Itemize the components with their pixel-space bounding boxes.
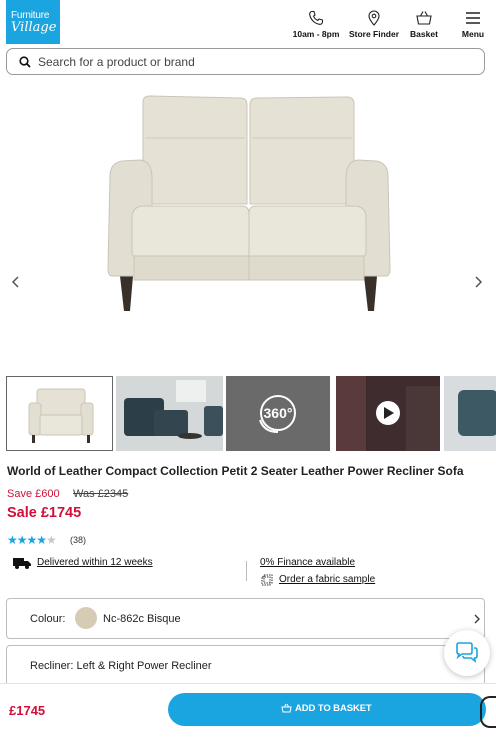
basket-icon [416,11,432,25]
previous-image-arrow[interactable] [8,274,24,290]
feature-divider [246,561,247,581]
search-bar[interactable]: Search for a product or brand [6,48,485,75]
hours-label: 10am - 8pm [292,29,340,39]
product-main-image[interactable] [0,78,496,368]
opening-hours-link[interactable]: 10am - 8pm [290,10,342,42]
menu-label: Menu [461,29,485,39]
chat-icon [456,642,478,663]
basket-label: Basket [410,29,438,39]
thumbnail-room-blue[interactable] [116,376,223,451]
thumbnail-room-blue-image [116,376,223,451]
sale-price: Sale £1745 [7,505,82,521]
thumbnail-strip: 360° [6,376,496,451]
colour-key: Colour: [30,613,66,625]
search-icon [19,56,31,68]
site-header: Furniture Village 10am - 8pm Store Finde… [0,0,496,46]
hamburger-icon [466,12,480,24]
colour-value: Nc-862c Bisque [103,613,181,625]
furniture-village-logo[interactable]: Furniture Village [6,0,60,44]
sticky-add-to-basket-bar: £1745 ADD TO BASKET [0,683,496,745]
360-badge-text: 360° [264,405,293,421]
basket-icon [281,703,292,713]
location-pin-icon [368,10,380,26]
store-finder-link[interactable]: Store Finder [348,10,400,42]
chevron-right-icon [474,614,480,624]
recliner-option: Recliner: Left & Right Power Recliner [30,660,212,672]
thumbnail-360-view[interactable]: 360° [226,376,330,451]
was-price: Was £2345 [73,488,129,500]
edge-overlay [480,696,496,728]
finance-link[interactable]: 0% Finance available [260,557,355,568]
thumbnail-sofa-cream[interactable] [6,376,113,451]
add-to-basket-button[interactable]: ADD TO BASKET [168,693,486,726]
thumbnail-video-image [336,376,440,451]
fabric-sample-link[interactable]: Order a fabric sample [279,574,375,585]
colour-swatch [75,607,97,629]
fabric-sample-icon [261,574,273,586]
review-count[interactable]: (38) [70,535,86,545]
delivery-info-link[interactable]: Delivered within 12 weeks [37,557,153,568]
thumbnail-sofa-cream-image [28,388,94,443]
next-image-arrow[interactable] [470,274,486,290]
view-360-icon: 360° [259,395,296,433]
product-title: World of Leather Compact Collection Peti… [7,464,464,478]
menu-button[interactable]: Menu [456,10,490,42]
rating-stars[interactable]: ★★★★★ [7,533,57,547]
colour-selector[interactable]: Colour: Nc-862c Bisque [6,598,485,639]
sofa-image [107,95,391,311]
thumbnail-recliner-teal-image [458,390,496,436]
store-finder-label: Store Finder [348,29,400,39]
thumbnail-video[interactable] [336,376,440,451]
thumbnail-recliner-teal[interactable] [444,376,496,451]
save-amount: Save £600 [7,488,60,500]
bar-price: £1745 [9,703,46,718]
phone-icon [309,10,324,25]
add-to-basket-label: ADD TO BASKET [295,703,372,714]
chat-button[interactable] [444,630,490,676]
basket-link[interactable]: Basket [406,10,442,42]
search-input[interactable]: Search for a product or brand [38,55,195,69]
delivery-truck-icon [13,558,31,569]
logo-text-line2: Village [11,20,57,35]
